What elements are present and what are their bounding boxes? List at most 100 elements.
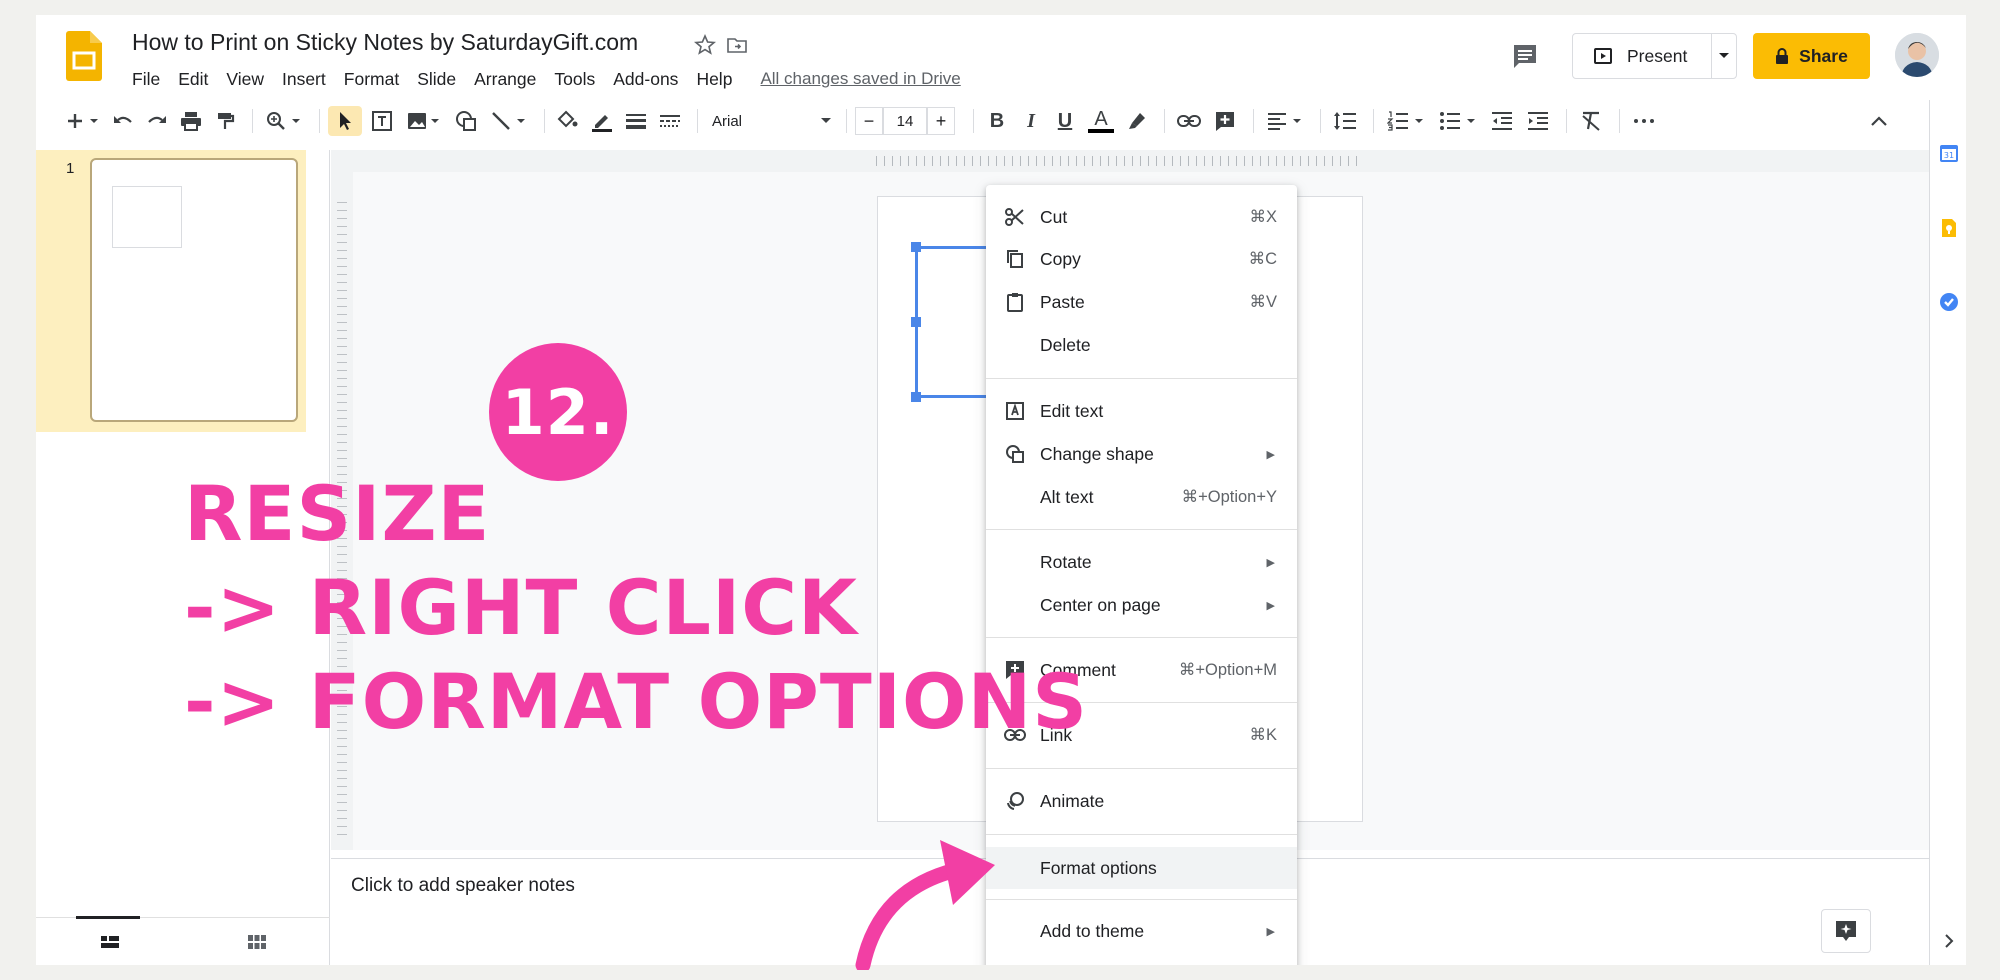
menu-item-shortcut: ⌘V bbox=[1249, 293, 1277, 311]
highlight-button[interactable] bbox=[1122, 106, 1152, 136]
comments-icon[interactable] bbox=[1510, 41, 1540, 71]
insert-image-button[interactable] bbox=[402, 106, 446, 136]
slides-logo-icon[interactable] bbox=[66, 31, 102, 81]
shape-button[interactable] bbox=[450, 106, 482, 136]
menu-edit[interactable]: Edit bbox=[178, 67, 208, 91]
share-button[interactable]: Share bbox=[1753, 33, 1870, 79]
menu-format[interactable]: Format bbox=[344, 67, 399, 91]
fill-color-button[interactable] bbox=[553, 106, 583, 136]
menu-item-shortcut: ⌘C bbox=[1248, 250, 1277, 268]
menu-item-animate[interactable]: Animate bbox=[986, 782, 1297, 820]
save-status-link[interactable]: All changes saved in Drive bbox=[760, 67, 960, 91]
select-tool-button[interactable] bbox=[328, 106, 362, 136]
decrease-indent-button[interactable] bbox=[1486, 106, 1518, 136]
menu-item-edit-text[interactable]: Edit text bbox=[986, 392, 1297, 430]
menu-item-label: Alt text bbox=[1040, 486, 1094, 507]
paint-format-button[interactable] bbox=[210, 106, 240, 136]
present-main-button[interactable]: Present bbox=[1573, 34, 1713, 78]
clear-formatting-button[interactable] bbox=[1575, 106, 1607, 136]
menu-file[interactable]: File bbox=[132, 67, 160, 91]
collapse-toolbar-button[interactable] bbox=[1864, 106, 1894, 136]
line-spacing-button[interactable] bbox=[1329, 106, 1361, 136]
menu-item-label: Paste bbox=[1040, 291, 1085, 312]
decrease-font-size-button[interactable]: − bbox=[855, 107, 883, 135]
menu-addons[interactable]: Add-ons bbox=[613, 67, 678, 91]
plus-icon bbox=[68, 114, 98, 128]
menu-arrange[interactable]: Arrange bbox=[474, 67, 536, 91]
tasks-icon[interactable] bbox=[1938, 291, 1960, 313]
menu-slide[interactable]: Slide bbox=[417, 67, 456, 91]
insert-comment-button[interactable] bbox=[1209, 106, 1241, 136]
bold-button[interactable]: B bbox=[982, 106, 1012, 136]
menu-item-paste[interactable]: Paste ⌘V bbox=[986, 283, 1297, 321]
line-button[interactable] bbox=[486, 106, 532, 136]
present-dropdown[interactable] bbox=[1712, 52, 1736, 60]
resize-handle[interactable] bbox=[911, 242, 921, 252]
horizontal-ruler[interactable] bbox=[331, 150, 1929, 172]
resize-handle[interactable] bbox=[911, 392, 921, 402]
document-title[interactable]: How to Print on Sticky Notes by Saturday… bbox=[132, 29, 638, 56]
menu-item-cut[interactable]: Cut ⌘X bbox=[986, 198, 1297, 236]
keep-icon[interactable] bbox=[1938, 217, 1960, 239]
border-dash-button[interactable] bbox=[655, 106, 685, 136]
print-button[interactable] bbox=[176, 106, 206, 136]
menu-item-label: Cut bbox=[1040, 206, 1068, 227]
menu-item-rotate[interactable]: Rotate ▶ bbox=[986, 543, 1297, 581]
chevron-right-icon[interactable] bbox=[1938, 930, 1960, 952]
italic-button[interactable]: I bbox=[1016, 106, 1046, 136]
menu-item-center-on-page[interactable]: Center on page ▶ bbox=[986, 586, 1297, 624]
explore-button[interactable] bbox=[1821, 909, 1871, 953]
zoom-button[interactable] bbox=[261, 106, 307, 136]
redo-button[interactable] bbox=[142, 106, 172, 136]
pointer-arrow-icon bbox=[855, 840, 995, 970]
menu-help[interactable]: Help bbox=[696, 67, 732, 91]
slide-thumbnail-row[interactable]: 1 bbox=[36, 150, 306, 432]
numbered-list-button[interactable] bbox=[1382, 106, 1430, 136]
calendar-icon[interactable]: 31 bbox=[1938, 142, 1960, 164]
animate-icon bbox=[1004, 790, 1026, 812]
insert-link-button[interactable] bbox=[1173, 106, 1205, 136]
menu-item-shortcut: ⌘+Option+Y bbox=[1181, 488, 1277, 506]
present-button[interactable]: Present bbox=[1572, 33, 1737, 79]
text-box-button[interactable] bbox=[366, 106, 398, 136]
border-color-button[interactable] bbox=[587, 106, 617, 136]
menu-insert[interactable]: Insert bbox=[282, 67, 326, 91]
menu-tools[interactable]: Tools bbox=[554, 67, 595, 91]
underline-button[interactable]: U bbox=[1050, 106, 1080, 136]
border-weight-button[interactable] bbox=[621, 106, 651, 136]
speaker-notes-placeholder[interactable]: Click to add speaker notes bbox=[351, 875, 575, 897]
zoom-icon bbox=[267, 112, 300, 130]
menu-item-alt-text[interactable]: Alt text ⌘+Option+Y bbox=[986, 478, 1297, 516]
menu-view[interactable]: View bbox=[226, 67, 264, 91]
increase-font-size-button[interactable]: + bbox=[927, 107, 955, 135]
font-size-input[interactable]: 14 bbox=[883, 107, 927, 135]
increase-indent-button[interactable] bbox=[1522, 106, 1554, 136]
clear-formatting-icon bbox=[1582, 111, 1600, 131]
border-weight-icon bbox=[626, 114, 646, 129]
undo-button[interactable] bbox=[108, 106, 138, 136]
more-options-button[interactable] bbox=[1628, 106, 1660, 136]
resize-handle[interactable] bbox=[911, 317, 921, 327]
toolbar-divider bbox=[846, 109, 847, 133]
menu-item-add-to-theme[interactable]: Add to theme ▶ bbox=[986, 912, 1297, 950]
menu-divider bbox=[986, 637, 1297, 638]
svg-text:31: 31 bbox=[1944, 151, 1954, 160]
grid-view-button[interactable] bbox=[183, 918, 330, 965]
menu-item-delete[interactable]: Delete bbox=[986, 326, 1297, 364]
star-icon[interactable] bbox=[693, 33, 717, 57]
font-family-select[interactable]: Arial bbox=[706, 106, 838, 136]
menu-item-format-options[interactable]: Format options bbox=[986, 847, 1297, 889]
toolbar-divider bbox=[1253, 109, 1254, 133]
menu-item-copy[interactable]: Copy ⌘C bbox=[986, 240, 1297, 278]
filmstrip-view-button[interactable] bbox=[36, 916, 183, 965]
text-color-button[interactable]: A bbox=[1084, 106, 1118, 136]
user-avatar[interactable] bbox=[1895, 33, 1939, 77]
align-button[interactable] bbox=[1262, 106, 1308, 136]
menu-item-change-shape[interactable]: Change shape ▶ bbox=[986, 435, 1297, 473]
slide-thumbnail[interactable] bbox=[90, 158, 298, 422]
instruction-line-2: -> RIGHT CLICK bbox=[184, 563, 858, 652]
bulleted-list-button[interactable] bbox=[1434, 106, 1482, 136]
move-to-folder-icon[interactable] bbox=[725, 33, 749, 57]
toolbar-divider bbox=[1373, 109, 1374, 133]
new-slide-button[interactable] bbox=[62, 106, 104, 136]
